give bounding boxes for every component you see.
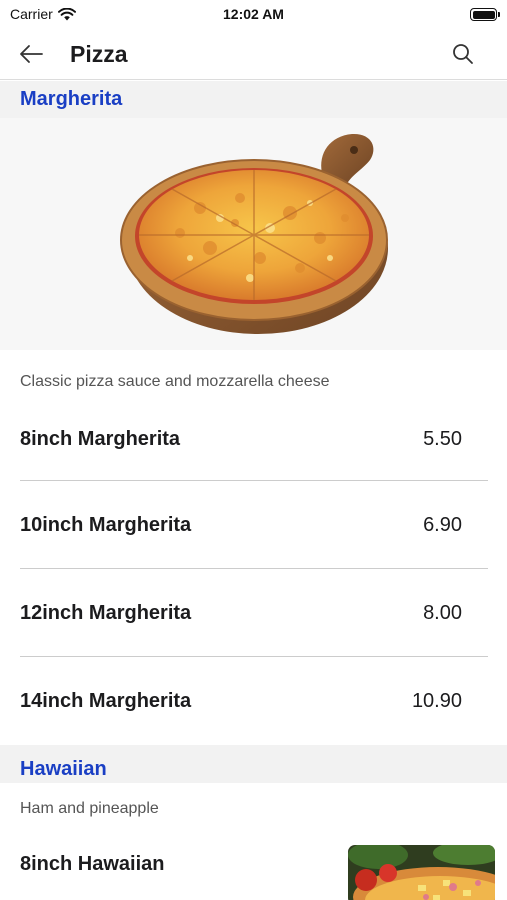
arrow-left-icon [20,45,43,63]
section-title: Margherita [20,88,123,110]
item-name: 8inch Margherita [20,428,181,450]
menu-item-10inch-margherita[interactable]: 10inch Margherita 6.90 [20,481,488,569]
hawaiian-thumbnail [348,845,495,900]
search-button[interactable] [449,41,477,67]
item-price: 10.90 [411,690,462,712]
item-name: 8inch Hawaiian [20,853,165,875]
menu-item-8inch-hawaiian[interactable]: 8inch Hawaiian [20,838,340,900]
section-description: Classic pizza sauce and mozzarella chees… [20,373,330,390]
item-name: 12inch Margherita [20,602,192,624]
status-time: 12:02 AM [223,6,284,22]
menu-item-14inch-margherita[interactable]: 14inch Margherita 10.90 [20,657,488,745]
navigation-bar: Pizza [0,30,507,80]
item-price: 6.90 [423,514,462,536]
section-description: Ham and pineapple [20,800,159,817]
item-name: 14inch Margherita [20,690,192,712]
menu-item-8inch-margherita[interactable]: 8inch Margherita 5.50 [20,393,488,481]
menu-item-12inch-margherita[interactable]: 12inch Margherita 8.00 [20,569,488,657]
section-header-hawaiian: Hawaiian [0,745,507,783]
page-title: Pizza [70,41,128,67]
status-bar: Carrier 12:02 AM [0,0,507,30]
section-title: Hawaiian [20,758,107,780]
item-price: 8.00 [423,602,462,624]
back-button[interactable] [16,41,46,67]
item-name: 10inch Margherita [20,514,192,536]
pizza-illustration [120,133,388,334]
hawaiian-pizza-image [348,845,495,900]
item-price: 5.50 [423,428,462,450]
margherita-pizza-image [0,118,507,350]
battery-icon [470,8,500,21]
search-icon [453,44,473,64]
section-header-margherita: Margherita [0,81,507,119]
